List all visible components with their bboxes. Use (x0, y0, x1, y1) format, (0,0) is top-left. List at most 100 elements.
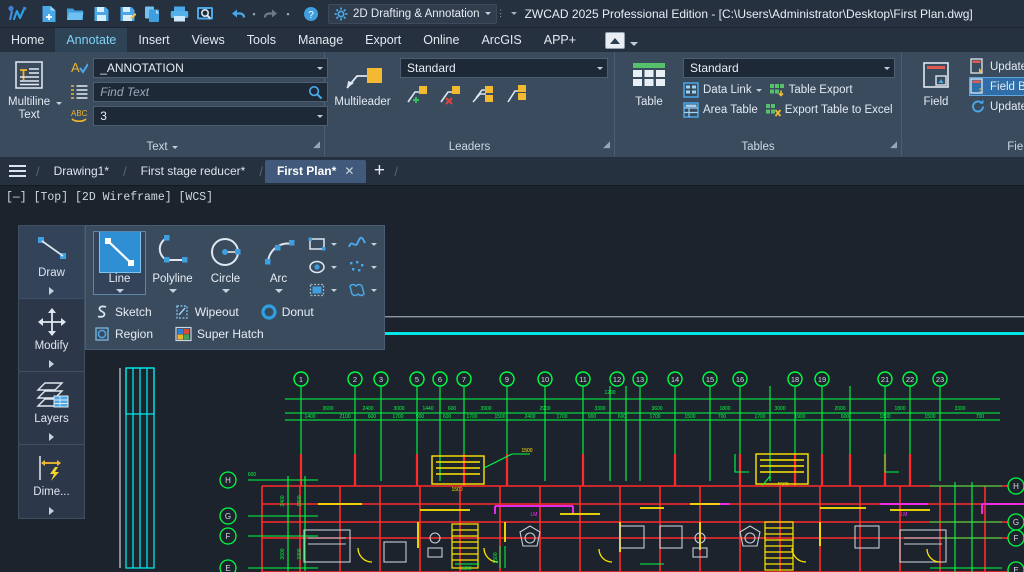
vtool-modify[interactable]: Modify (19, 299, 84, 372)
chevron-down-icon[interactable] (371, 265, 377, 269)
titlebar-menu-caret-icon[interactable] (510, 12, 517, 15)
chevron-right-icon[interactable] (48, 287, 54, 295)
chevron-down-icon[interactable] (597, 66, 603, 70)
multileader-button[interactable]: Multileader (333, 58, 392, 109)
open-file-icon[interactable] (62, 2, 88, 26)
new-file-icon[interactable] (36, 2, 62, 26)
hatch-icon[interactable] (306, 280, 328, 300)
rectangle-icon[interactable] (306, 234, 328, 254)
tab-online[interactable]: Online (412, 28, 470, 52)
table-style-combo[interactable]: Standard (683, 58, 895, 78)
viewport-label[interactable]: [—] [Top] [2D Wireframe] [WCS] (6, 191, 213, 204)
quick-access-toolbar[interactable]: ▪ ▪ ? 2D Drafting & Annotation ⋮ ZWCAD 2… (0, 0, 973, 28)
chevron-down-icon[interactable] (171, 146, 178, 149)
tab-views[interactable]: Views (181, 28, 236, 52)
collect-leader-icon[interactable] (504, 82, 528, 106)
print-icon[interactable] (166, 2, 192, 26)
draw-item-wipeout[interactable]: Wipeout (174, 304, 239, 320)
chevron-down-icon[interactable] (371, 288, 377, 292)
multileader-style-combo[interactable]: Standard (400, 58, 608, 78)
draw-tool-polyline[interactable]: Polyline (147, 232, 198, 294)
chevron-down-icon[interactable] (331, 265, 337, 269)
minimize-ribbon-button[interactable] (605, 32, 626, 49)
align-leader-icon[interactable] (471, 82, 495, 106)
tab-appplus[interactable]: APP+ (533, 28, 587, 52)
find-replace-icon[interactable] (70, 83, 88, 101)
save-as-icon[interactable] (114, 2, 140, 26)
chevron-right-icon[interactable] (48, 360, 54, 368)
text-height-combo[interactable]: 3 (93, 106, 329, 126)
tab-home[interactable]: Home (0, 28, 55, 52)
add-leader-icon[interactable] (405, 82, 429, 106)
dialog-launcher-icon[interactable]: ◢ (313, 135, 320, 154)
draw-flyout-panel[interactable]: Line Polyline Circle Arc Sketch Wipeout … (85, 225, 385, 350)
search-icon[interactable] (308, 85, 323, 100)
workspace-overflow-icon[interactable]: ⋮ (496, 3, 505, 25)
save-icon[interactable] (88, 2, 114, 26)
ribbon-tab-bar[interactable]: Home Annotate Insert Views Tools Manage … (0, 28, 1024, 52)
doc-tab-first-plan[interactable]: First Plan* ✕ (264, 159, 367, 183)
panel-title-text[interactable]: Text ◢ (0, 138, 324, 157)
tab-manage[interactable]: Manage (287, 28, 354, 52)
spline-icon[interactable] (346, 234, 368, 254)
tab-arcgis[interactable]: ArcGIS (470, 28, 532, 52)
vtool-dimension[interactable]: Dime... (19, 445, 84, 518)
drawing-canvas[interactable]: 1 2 3 5 6 7 9 10 11 12 13 14 15 16 18 19… (0, 186, 1024, 572)
draw-tool-arc[interactable]: Arc (253, 232, 304, 294)
chevron-down-icon[interactable] (317, 66, 324, 70)
plot-icon[interactable] (140, 2, 166, 26)
tab-export[interactable]: Export (354, 28, 412, 52)
ribbon-options-caret-icon[interactable] (630, 42, 639, 46)
chevron-down-icon[interactable] (331, 242, 337, 246)
text-height-icon[interactable]: ABC (70, 107, 88, 125)
hamburger-menu-icon[interactable] (0, 157, 34, 186)
chevron-down-icon[interactable] (168, 289, 177, 293)
multiline-text-dropdown-icon[interactable] (56, 101, 63, 105)
workspace-selector[interactable]: 2D Drafting & Annotation (328, 3, 497, 24)
table-export-button[interactable]: Table Export (769, 82, 853, 98)
chevron-down-icon[interactable] (221, 289, 230, 293)
draw-item-super-hatch[interactable]: Super Hatch (175, 326, 264, 342)
chevron-down-icon[interactable] (371, 242, 377, 246)
chevron-right-icon[interactable] (48, 507, 54, 515)
point-icon[interactable] (346, 257, 368, 277)
new-tab-button[interactable]: + (366, 157, 392, 186)
redo-icon[interactable] (258, 2, 284, 26)
multiline-text-button[interactable]: Multiline Text (8, 58, 50, 121)
tab-annotate[interactable]: Annotate (55, 28, 128, 52)
print-preview-icon[interactable] (192, 2, 218, 26)
chevron-down-icon[interactable] (115, 289, 124, 293)
update-field-button[interactable]: Update (970, 58, 1024, 75)
vertical-toolbar[interactable]: Draw Modify Layers Dime... (18, 225, 85, 519)
draw-tool-circle[interactable]: Circle (200, 232, 251, 294)
document-tab-bar[interactable]: / Drawing1* / First stage reducer* / Fir… (0, 157, 1024, 186)
draw-tool-line[interactable]: Line (93, 231, 146, 295)
chevron-down-icon[interactable] (484, 12, 491, 15)
dialog-launcher-icon[interactable]: ◢ (890, 135, 897, 154)
chevron-down-icon[interactable] (317, 114, 324, 118)
export-table-to-excel-button[interactable]: Export Table to Excel (765, 102, 893, 118)
chevron-down-icon[interactable] (274, 289, 283, 293)
ellipse-icon[interactable] (306, 257, 328, 277)
field-background-button[interactable]: s Field Ba (968, 77, 1024, 96)
update-all-fields-button[interactable]: Update (970, 98, 1024, 115)
doc-tab-drawing1[interactable]: Drawing1* (42, 160, 121, 183)
draw-item-region[interactable]: Region (94, 326, 153, 342)
undo-dropdown-icon[interactable]: ▪ (250, 3, 258, 25)
doc-tab-first-stage-reducer[interactable]: First stage reducer* (129, 160, 258, 183)
zwcad-logo-icon[interactable] (4, 2, 30, 26)
chevron-down-icon[interactable] (755, 88, 762, 92)
boundary-icon[interactable] (346, 280, 368, 300)
remove-leader-icon[interactable] (438, 82, 462, 106)
data-link-button[interactable]: Data Link (683, 82, 762, 98)
draw-item-donut[interactable]: Donut (261, 304, 314, 320)
tab-tools[interactable]: Tools (236, 28, 287, 52)
draw-item-sketch[interactable]: Sketch (94, 304, 152, 320)
find-text-input[interactable]: Find Text (93, 82, 329, 102)
vtool-layers[interactable]: Layers (19, 372, 84, 445)
undo-icon[interactable] (224, 2, 250, 26)
chevron-down-icon[interactable] (884, 66, 890, 70)
close-icon[interactable]: ✕ (344, 160, 354, 183)
field-button[interactable]: Field (910, 58, 962, 109)
vtool-draw[interactable]: Draw (19, 226, 84, 299)
